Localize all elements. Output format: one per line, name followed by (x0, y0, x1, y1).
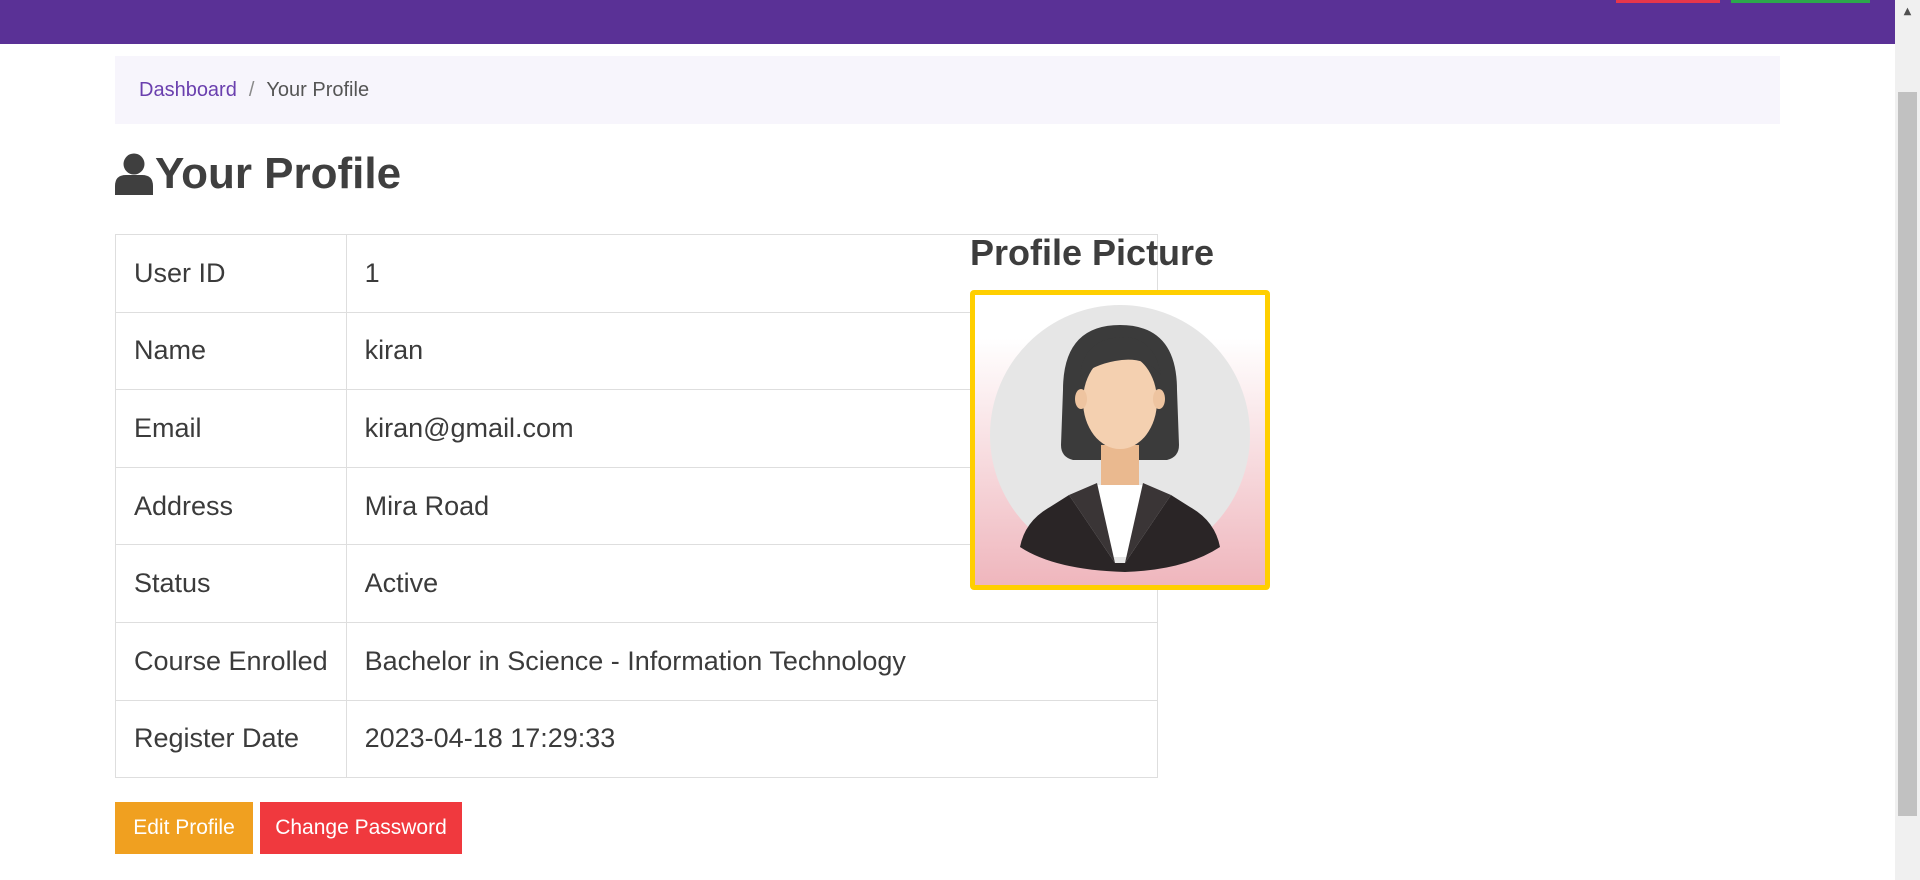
row-label: User ID (115, 234, 347, 313)
page-scrollbar[interactable]: ▲ (1895, 0, 1920, 880)
navbar-green-button[interactable] (1731, 0, 1870, 3)
breadcrumb: Dashboard / Your Profile (115, 56, 1780, 124)
profile-picture-heading: Profile Picture (970, 232, 1215, 273)
change-password-button[interactable]: Change Password (260, 802, 462, 854)
row-label: Email (115, 389, 347, 468)
row-value: Bachelor in Science - Information Techno… (345, 621, 1158, 701)
navbar-red-button[interactable] (1616, 0, 1720, 3)
profile-picture-frame (970, 290, 1270, 590)
scroll-up-arrow-icon[interactable]: ▲ (1895, 0, 1920, 22)
scrollbar-thumb[interactable] (1898, 92, 1917, 816)
row-label: Course Enrolled (115, 621, 347, 701)
row-label: Address (115, 466, 347, 546)
table-row: Register Date 2023-04-18 17:29:33 (115, 699, 1158, 779)
avatar (990, 305, 1250, 572)
row-value: 2023-04-18 17:29:33 (345, 699, 1158, 779)
top-navbar (0, 0, 1895, 44)
row-label: Status (115, 544, 347, 623)
row-label: Register Date (115, 699, 347, 779)
row-label: Name (115, 311, 347, 391)
user-icon (115, 153, 153, 195)
edit-profile-button[interactable]: Edit Profile (115, 802, 253, 854)
table-row: Course Enrolled Bachelor in Science - In… (115, 621, 1158, 701)
page-title: Your Profile (115, 146, 401, 202)
breadcrumb-dashboard-link[interactable]: Dashboard (139, 79, 237, 102)
page-title-text: Your Profile (155, 149, 402, 198)
breadcrumb-separator: / (248, 78, 255, 101)
breadcrumb-current: Your Profile (266, 78, 370, 101)
